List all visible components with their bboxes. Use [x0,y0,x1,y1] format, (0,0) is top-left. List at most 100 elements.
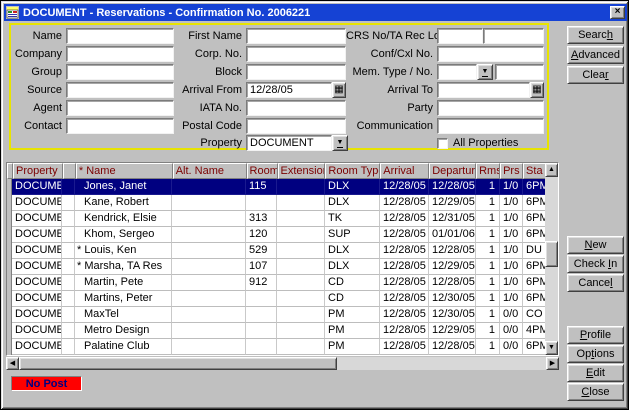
cell-sta: 6PM [523,339,547,355]
reservations-window: DOCUMENT - Reservations - Confirmation N… [0,0,629,410]
check-in-button[interactable]: Check In [567,255,624,273]
property-select[interactable]: DOCUMENT [246,135,332,151]
company-input[interactable] [66,46,174,62]
cell-departure: 12/28/05 [429,179,476,195]
column-header-room: Room [247,163,278,179]
column-header-rms: Rms [476,163,500,179]
mem-type-dropdown-icon[interactable]: ▼ [477,64,493,80]
cell-flag [62,323,75,339]
clear-button[interactable]: Clear [567,66,624,84]
search-button[interactable]: Search [567,26,624,44]
cell-arrival: 12/28/05 [380,339,429,355]
communication-input[interactable] [437,118,544,134]
cell-extension [277,243,325,259]
arrival-to-calendar-icon[interactable]: ▦ [530,82,544,98]
cell-alt_name [172,259,246,275]
block-input[interactable] [246,64,346,80]
arrival-to-label: Arrival To [346,84,437,96]
profile-button[interactable]: Profile [567,326,624,344]
scroll-up-icon[interactable]: ▲ [545,163,558,177]
reservation-row[interactable]: DOCUMEMartins, PeterCD12/28/0512/30/0511… [7,291,547,307]
reservation-row[interactable]: DOCUMEJones, Janet115DLX12/28/0512/28/05… [7,179,547,195]
cell-name: Jones, Janet [75,179,172,195]
cell-extension [277,323,325,339]
contact-input[interactable] [66,118,174,134]
cell-room_type: DLX [325,179,380,195]
options-button[interactable]: Options [567,345,624,363]
cell-prs: 1/0 [500,179,523,195]
party-label: Party [346,102,437,114]
scroll-right-icon[interactable]: ▶ [546,357,559,370]
reservation-row[interactable]: DOCUMEMetro DesignPM12/28/0512/29/0510/0… [7,323,547,339]
cell-rms: 1 [476,227,500,243]
cell-room_type: TK [325,211,380,227]
reservation-row[interactable]: DOCUMEMartin, Pete912CD12/28/0512/28/051… [7,275,547,291]
ta-rec-loc-input[interactable] [483,28,544,44]
advanced-button[interactable]: Advanced [567,46,624,64]
cell-rms: 1 [476,179,500,195]
conf-cxl-input[interactable] [437,46,544,62]
arrival-from-calendar-icon[interactable]: ▦ [332,82,346,98]
postal-code-input[interactable] [246,118,346,134]
mem-type-input[interactable] [437,64,477,80]
arrival-to-input[interactable] [437,82,530,98]
cell-flag [62,307,75,323]
cell-rms: 1 [476,259,500,275]
cell-alt_name [172,227,246,243]
party-input[interactable] [437,100,544,116]
horizontal-scroll-thumb[interactable] [19,357,337,370]
cell-room [246,195,277,211]
iata-input[interactable] [246,100,346,116]
close-icon[interactable]: × [610,6,625,19]
cell-sta: 6PM [523,259,547,275]
agent-input[interactable] [66,100,174,116]
cancel-button[interactable]: Cancel [567,274,624,292]
cell-name: Kendrick, Elsie [75,211,172,227]
property-dropdown-icon[interactable]: ▼ [332,135,348,151]
close-button[interactable]: Close [567,383,624,401]
cell-departure: 12/29/05 [429,259,476,275]
reservation-row[interactable]: DOCUMEKendrick, Elsie313TK12/28/0512/31/… [7,211,547,227]
column-header-extension: Extension [278,163,326,179]
cell-alt_name [172,243,246,259]
column-header-departure: Departure [429,163,476,179]
iata-label: IATA No. [174,102,246,114]
cell-rms: 1 [476,291,500,307]
reservation-row[interactable]: DOCUME* Marsha, TA Res107DLX12/28/0512/2… [7,259,547,275]
edit-button[interactable]: Edit [567,364,624,382]
app-icon[interactable] [6,6,19,19]
reservation-row[interactable]: DOCUMEPalatine ClubPM12/28/0512/28/0510/… [7,339,547,355]
column-header-property: Property [13,163,63,179]
reservation-row[interactable]: DOCUMEKane, RobertDLX12/28/0512/29/0511/… [7,195,547,211]
reservation-row[interactable]: DOCUMEMaxTelPM12/28/0512/30/0510/0CO [7,307,547,323]
vertical-scrollbar[interactable]: ▲ ▼ [545,163,558,355]
name-input[interactable] [66,28,174,44]
arrival-from-input[interactable] [246,82,332,98]
source-input[interactable] [66,82,174,98]
column-header-arrival: Arrival [380,163,429,179]
cell-departure: 12/29/05 [429,195,476,211]
cell-prs: 1/0 [500,211,523,227]
first-name-input[interactable] [246,28,346,44]
scroll-down-icon[interactable]: ▼ [545,341,558,355]
all-properties-checkbox[interactable] [437,138,448,149]
cell-sta: 6PM [523,227,547,243]
horizontal-scrollbar[interactable]: ◀ ▶ [6,357,559,370]
first-name-label: First Name [174,30,246,42]
vertical-scroll-thumb[interactable] [545,241,558,267]
reservation-row[interactable]: DOCUMEKhom, Sergeo120SUP12/28/0501/01/06… [7,227,547,243]
title-bar[interactable]: DOCUMENT - Reservations - Confirmation N… [4,4,627,21]
reservation-row[interactable]: DOCUME* Louis, Ken529DLX12/28/0512/28/05… [7,243,547,259]
property-label: Property [174,137,246,149]
agent-label: Agent [11,102,66,114]
cell-alt_name [172,179,246,195]
cell-prs: 1/0 [500,259,523,275]
mem-no-input[interactable] [495,64,544,80]
crs-no-input[interactable] [437,28,483,44]
scroll-left-icon[interactable]: ◀ [6,357,19,370]
group-input[interactable] [66,64,174,80]
cell-arrival: 12/28/05 [380,291,429,307]
corp-no-input[interactable] [246,46,346,62]
cell-room_type: DLX [325,259,380,275]
new-button[interactable]: New [567,236,624,254]
